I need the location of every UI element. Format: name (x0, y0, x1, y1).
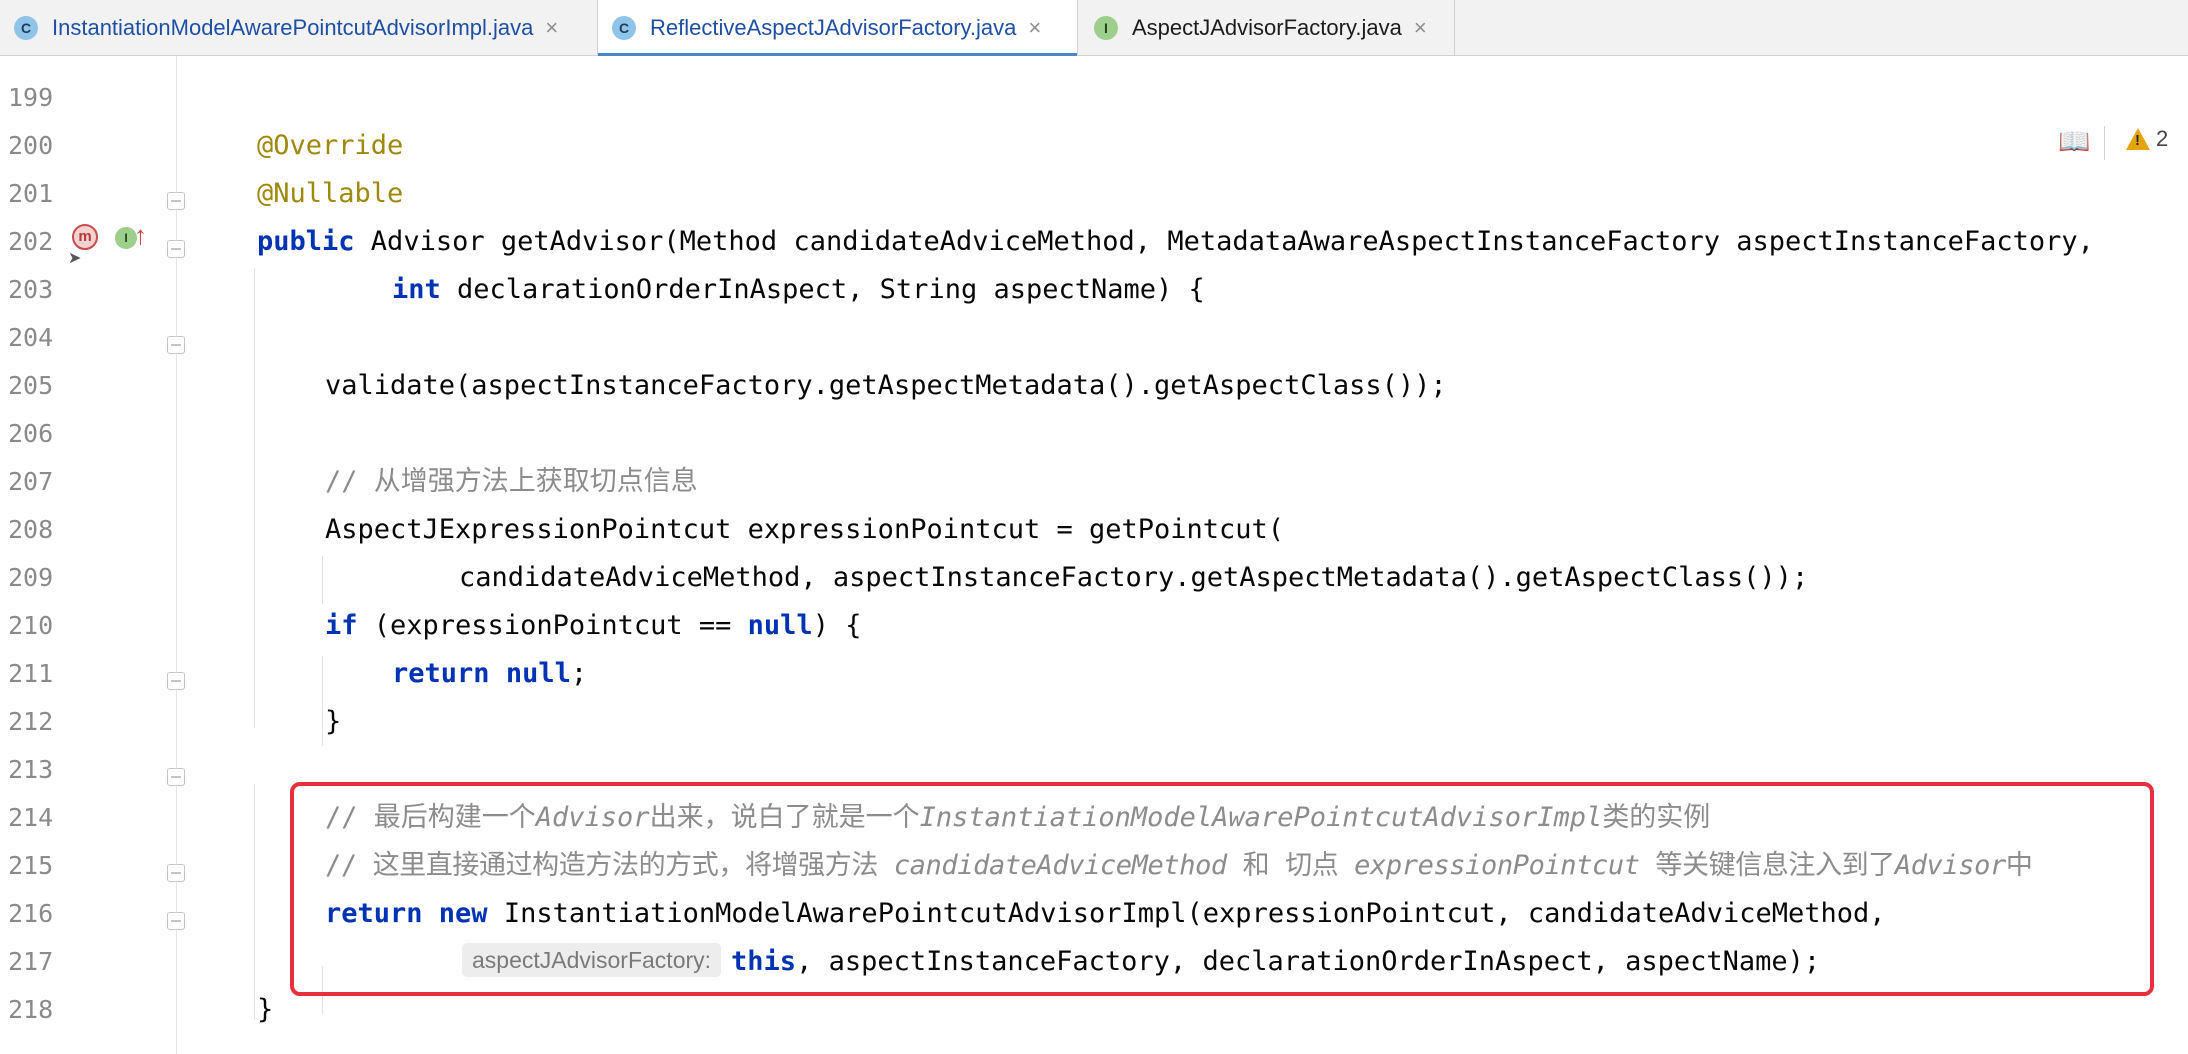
code-fragment: Advisor getAdvisor(Method candidateAdvic… (354, 226, 2094, 257)
code-text: candidateAdviceMethod, aspectInstanceFac… (459, 562, 1809, 593)
code-line[interactable]: 214 // 最后构建一个Advisor出来，说白了就是一个Instantiat… (0, 794, 2188, 842)
code-editor[interactable]: 📖 2 m ➤ I ↑ 199 200 @Override 201 @Nulla… (0, 56, 2188, 1054)
code-text: AspectJExpressionPointcut expressionPoin… (325, 514, 1285, 545)
code-text: int declarationOrderInAspect, String asp… (392, 266, 1205, 314)
line-number: 214 (8, 803, 54, 832)
keyword: return new (325, 898, 488, 929)
code-fragment (490, 658, 506, 689)
code-line[interactable]: 204 (0, 314, 2188, 362)
comment-italic: candidateAdviceMethod (893, 850, 1227, 881)
line-number: 213 (8, 755, 54, 784)
line-number: 217 (8, 947, 54, 976)
keyword: null (747, 610, 813, 641)
code-text: if (expressionPointcut == null) { (325, 602, 861, 650)
tab-aspectj-advisor-factory[interactable]: I AspectJAdvisorFactory.java × (1078, 0, 1455, 56)
keyword: return (392, 658, 490, 689)
code-line[interactable]: 201 @Nullable (0, 170, 2188, 218)
code-fragment: declarationOrderInAspect, String aspectN… (440, 274, 1205, 305)
keyword: int (392, 274, 441, 305)
code-line[interactable]: 218 } (0, 986, 2188, 1034)
comment-fragment: 和 切点 (1226, 850, 1355, 881)
line-number: 212 (8, 707, 54, 736)
code-line[interactable]: 216 return new InstantiationModelAwarePo… (0, 890, 2188, 938)
code-line[interactable]: 213 (0, 746, 2188, 794)
line-number: 209 (8, 563, 54, 592)
line-number: 199 (8, 83, 54, 112)
line-number: 216 (8, 899, 54, 928)
line-number: 206 (8, 419, 54, 448)
code-line[interactable]: 215 // 这里直接通过构造方法的方式，将增强方法 candidateAdvi… (0, 842, 2188, 890)
code-text: } (325, 706, 342, 737)
class-icon: C (14, 16, 38, 40)
keyword: public (257, 226, 355, 257)
code-fragment: (expressionPointcut == (357, 610, 748, 641)
parameter-name-hint: aspectJAdvisorFactory: (462, 942, 722, 977)
tab-label: ReflectiveAspectJAdvisorFactory.java (650, 15, 1017, 40)
comment-italic: expressionPointcut (1354, 850, 1640, 881)
close-icon[interactable]: × (1028, 17, 1041, 39)
annotation-override: @Override (257, 130, 404, 161)
code-fragment: , aspectInstanceFactory, declarationOrde… (796, 946, 1821, 977)
code-line[interactable]: 205 validate(aspectInstanceFactory.getAs… (0, 362, 2188, 410)
code-line[interactable]: 206 (0, 410, 2188, 458)
keyword: this (731, 946, 797, 977)
code-line[interactable]: 217 aspectJAdvisorFactory: this, aspectIn… (0, 938, 2188, 986)
keyword: if (325, 610, 358, 641)
code-text: aspectJAdvisorFactory: this, aspectInstan… (462, 938, 1820, 986)
code-line[interactable]: 208 AspectJExpressionPointcut expression… (0, 506, 2188, 554)
line-number: 200 (8, 131, 54, 160)
code-line[interactable]: 203 int declarationOrderInAspect, String… (0, 266, 2188, 314)
line-number: 201 (8, 179, 54, 208)
comment-fragment: // 最后构建一个 (325, 802, 536, 833)
comment-italic: Advisor (1894, 850, 2006, 881)
line-number: 208 (8, 515, 54, 544)
code-comment: // 最后构建一个Advisor出来，说白了就是一个InstantiationM… (325, 794, 1710, 842)
code-comment: // 从增强方法上获取切点信息 (325, 466, 698, 497)
line-number: 205 (8, 371, 54, 400)
comment-italic: InstantiationModelAwarePointcutAdvisorIm… (919, 802, 1603, 833)
code-line[interactable]: 210 if (expressionPointcut == null) { (0, 602, 2188, 650)
code-text: validate(aspectInstanceFactory.getAspect… (325, 370, 1447, 401)
code-text: return new InstantiationModelAwarePointc… (325, 890, 1886, 938)
tab-instantiation-model-aware-pointcut-advisor-impl[interactable]: C InstantiationModelAwarePointcutAdvisor… (0, 0, 598, 56)
code-fragment: InstantiationModelAwarePointcutAdvisorIm… (487, 898, 1886, 929)
code-fragment: ) { (812, 610, 862, 641)
tab-label: InstantiationModelAwarePointcutAdvisorIm… (52, 15, 534, 40)
line-number: 215 (8, 851, 54, 880)
comment-italic: Advisor (535, 802, 650, 833)
close-icon[interactable]: × (545, 17, 558, 39)
annotation-nullable: @Nullable (257, 178, 404, 209)
interface-icon: I (1094, 16, 1118, 40)
code-line[interactable]: 200 @Override (0, 122, 2188, 170)
code-text: public Advisor getAdvisor(Method candida… (257, 218, 2094, 266)
line-number: 207 (8, 467, 54, 496)
line-number: 218 (8, 995, 54, 1024)
tab-label: AspectJAdvisorFactory.java (1132, 15, 1402, 40)
code-line[interactable]: 202 public Advisor getAdvisor(Method can… (0, 218, 2188, 266)
code-text: } (257, 994, 274, 1025)
line-number: 204 (8, 323, 54, 352)
comment-fragment: 等关键信息注入到了 (1639, 850, 1895, 881)
tab-reflective-aspectj-advisor-factory[interactable]: C ReflectiveAspectJAdvisorFactory.java × (598, 0, 1078, 57)
editor-tab-bar: C InstantiationModelAwarePointcutAdvisor… (0, 0, 2188, 57)
line-number: 203 (8, 275, 54, 304)
line-number: 211 (8, 659, 54, 688)
comment-fragment: // 这里直接通过构造方法的方式，将增强方法 (325, 850, 894, 881)
code-line[interactable]: 207 // 从增强方法上获取切点信息 (0, 458, 2188, 506)
class-icon: C (612, 16, 636, 40)
code-comment: // 这里直接通过构造方法的方式，将增强方法 candidateAdviceMe… (325, 842, 2033, 890)
code-text: return null; (392, 650, 587, 698)
comment-fragment: 出来，说白了就是一个 (649, 802, 920, 833)
keyword: null (505, 658, 571, 689)
line-number: 210 (8, 611, 54, 640)
comment-fragment: 中 (2005, 850, 2033, 881)
code-line[interactable]: 199 (0, 74, 2188, 122)
line-number: 202 (8, 227, 54, 256)
code-fragment: ; (570, 658, 588, 689)
close-icon[interactable]: × (1414, 17, 1427, 39)
code-line[interactable]: 211 return null; (0, 650, 2188, 698)
comment-fragment: 类的实例 (1602, 802, 1711, 833)
code-line[interactable]: 212 } (0, 698, 2188, 746)
code-line[interactable]: 209 candidateAdviceMethod, aspectInstanc… (0, 554, 2188, 602)
